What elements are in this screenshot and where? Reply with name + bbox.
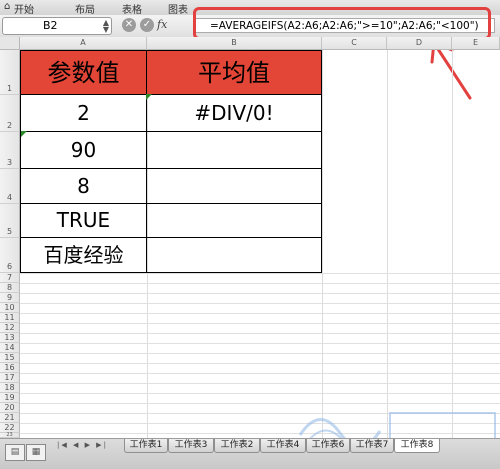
row-header-2[interactable]: 2 <box>0 95 20 132</box>
ribbon-tab-tables[interactable]: 表格 <box>122 1 142 15</box>
sheet-tab-4[interactable]: 工作表4 <box>260 439 306 453</box>
row-header-15[interactable]: 15 <box>0 353 20 363</box>
error-indicator-icon <box>146 94 152 100</box>
row-header-12[interactable]: 12 <box>0 323 20 333</box>
row-header-19[interactable]: 19 <box>0 393 20 403</box>
ribbon-tab-layout[interactable]: 布局 <box>75 1 95 15</box>
cell-b4[interactable] <box>146 168 322 204</box>
page-layout-view-icon[interactable]: ▦ <box>26 444 46 461</box>
row-header-10[interactable]: 10 <box>0 303 20 313</box>
name-box-value: B2 <box>43 19 58 32</box>
sheet-tab-3[interactable]: 工作表3 <box>168 439 214 453</box>
sheet-nav-arrows-icon[interactable]: |◀ ◀ ▶ ▶| <box>57 441 108 449</box>
row-header-14[interactable]: 14 <box>0 343 20 353</box>
cell-b3[interactable] <box>146 131 322 169</box>
cell-a3[interactable]: 90 <box>20 131 147 169</box>
sheet-tab-6[interactable]: 工作表6 <box>306 439 350 453</box>
sheet-tab-bar: ▤ ▦ |◀ ◀ ▶ ▶| 工作表1 工作表3 工作表2 工作表4 工作表6 工… <box>0 438 500 469</box>
number-as-text-indicator-icon <box>21 131 27 137</box>
sheet-tab-2[interactable]: 工作表2 <box>214 439 260 453</box>
cell-b5[interactable] <box>146 203 322 238</box>
select-all-corner[interactable] <box>0 37 20 50</box>
row-header-7[interactable]: 7 <box>0 273 20 283</box>
home-icon: ⌂ <box>4 1 11 12</box>
row-header-5[interactable]: 5 <box>0 204 20 238</box>
row-header-3[interactable]: 3 <box>0 132 20 169</box>
normal-view-icon[interactable]: ▤ <box>5 444 25 461</box>
row-header-11[interactable]: 11 <box>0 313 20 323</box>
column-header-a[interactable]: A <box>20 37 147 50</box>
row-header-9[interactable]: 9 <box>0 293 20 303</box>
row-header-18[interactable]: 18 <box>0 383 20 393</box>
fx-icon[interactable]: fx <box>157 18 167 31</box>
cell-a6[interactable]: 百度经验 <box>20 237 147 273</box>
row-header-6[interactable]: 6 <box>0 238 20 273</box>
row-header-8[interactable]: 8 <box>0 283 20 293</box>
ribbon-tab-home[interactable]: 开始 <box>14 1 34 15</box>
name-box[interactable]: B2 ▲ ▼ <box>2 17 112 35</box>
header-cell-b1[interactable]: 平均值 <box>146 50 322 95</box>
column-header-d[interactable]: D <box>387 37 452 50</box>
cell-a2[interactable]: 2 <box>20 94 147 132</box>
cell-a5[interactable]: TRUE <box>20 203 147 238</box>
cell-b6[interactable] <box>146 237 322 273</box>
name-box-stepper-icon[interactable]: ▲ ▼ <box>103 19 109 34</box>
cell-b2[interactable]: #DIV/0! <box>146 94 322 132</box>
row-header-21[interactable]: 21 <box>0 413 20 423</box>
column-header-c[interactable]: C <box>322 37 387 50</box>
cell-a4[interactable]: 8 <box>20 168 147 204</box>
row-header-17[interactable]: 17 <box>0 373 20 383</box>
sheet-tab-8-active[interactable]: 工作表8 <box>394 439 440 453</box>
header-cell-a1[interactable]: 参数值 <box>20 50 147 95</box>
column-header-b[interactable]: B <box>147 37 322 50</box>
cancel-icon[interactable]: ✕ <box>122 18 136 32</box>
ribbon-tab-charts[interactable]: 图表 <box>168 1 188 15</box>
confirm-icon[interactable]: ✓ <box>140 18 154 32</box>
row-header-4[interactable]: 4 <box>0 169 20 204</box>
row-header-16[interactable]: 16 <box>0 363 20 373</box>
sheet-tab-7[interactable]: 工作表7 <box>350 439 394 453</box>
row-header-1[interactable]: 1 <box>0 50 20 95</box>
sheet-tab-1[interactable]: 工作表1 <box>124 439 168 453</box>
row-header-13[interactable]: 13 <box>0 333 20 343</box>
column-header-e[interactable]: E <box>452 37 500 50</box>
row-header-20[interactable]: 20 <box>0 403 20 413</box>
